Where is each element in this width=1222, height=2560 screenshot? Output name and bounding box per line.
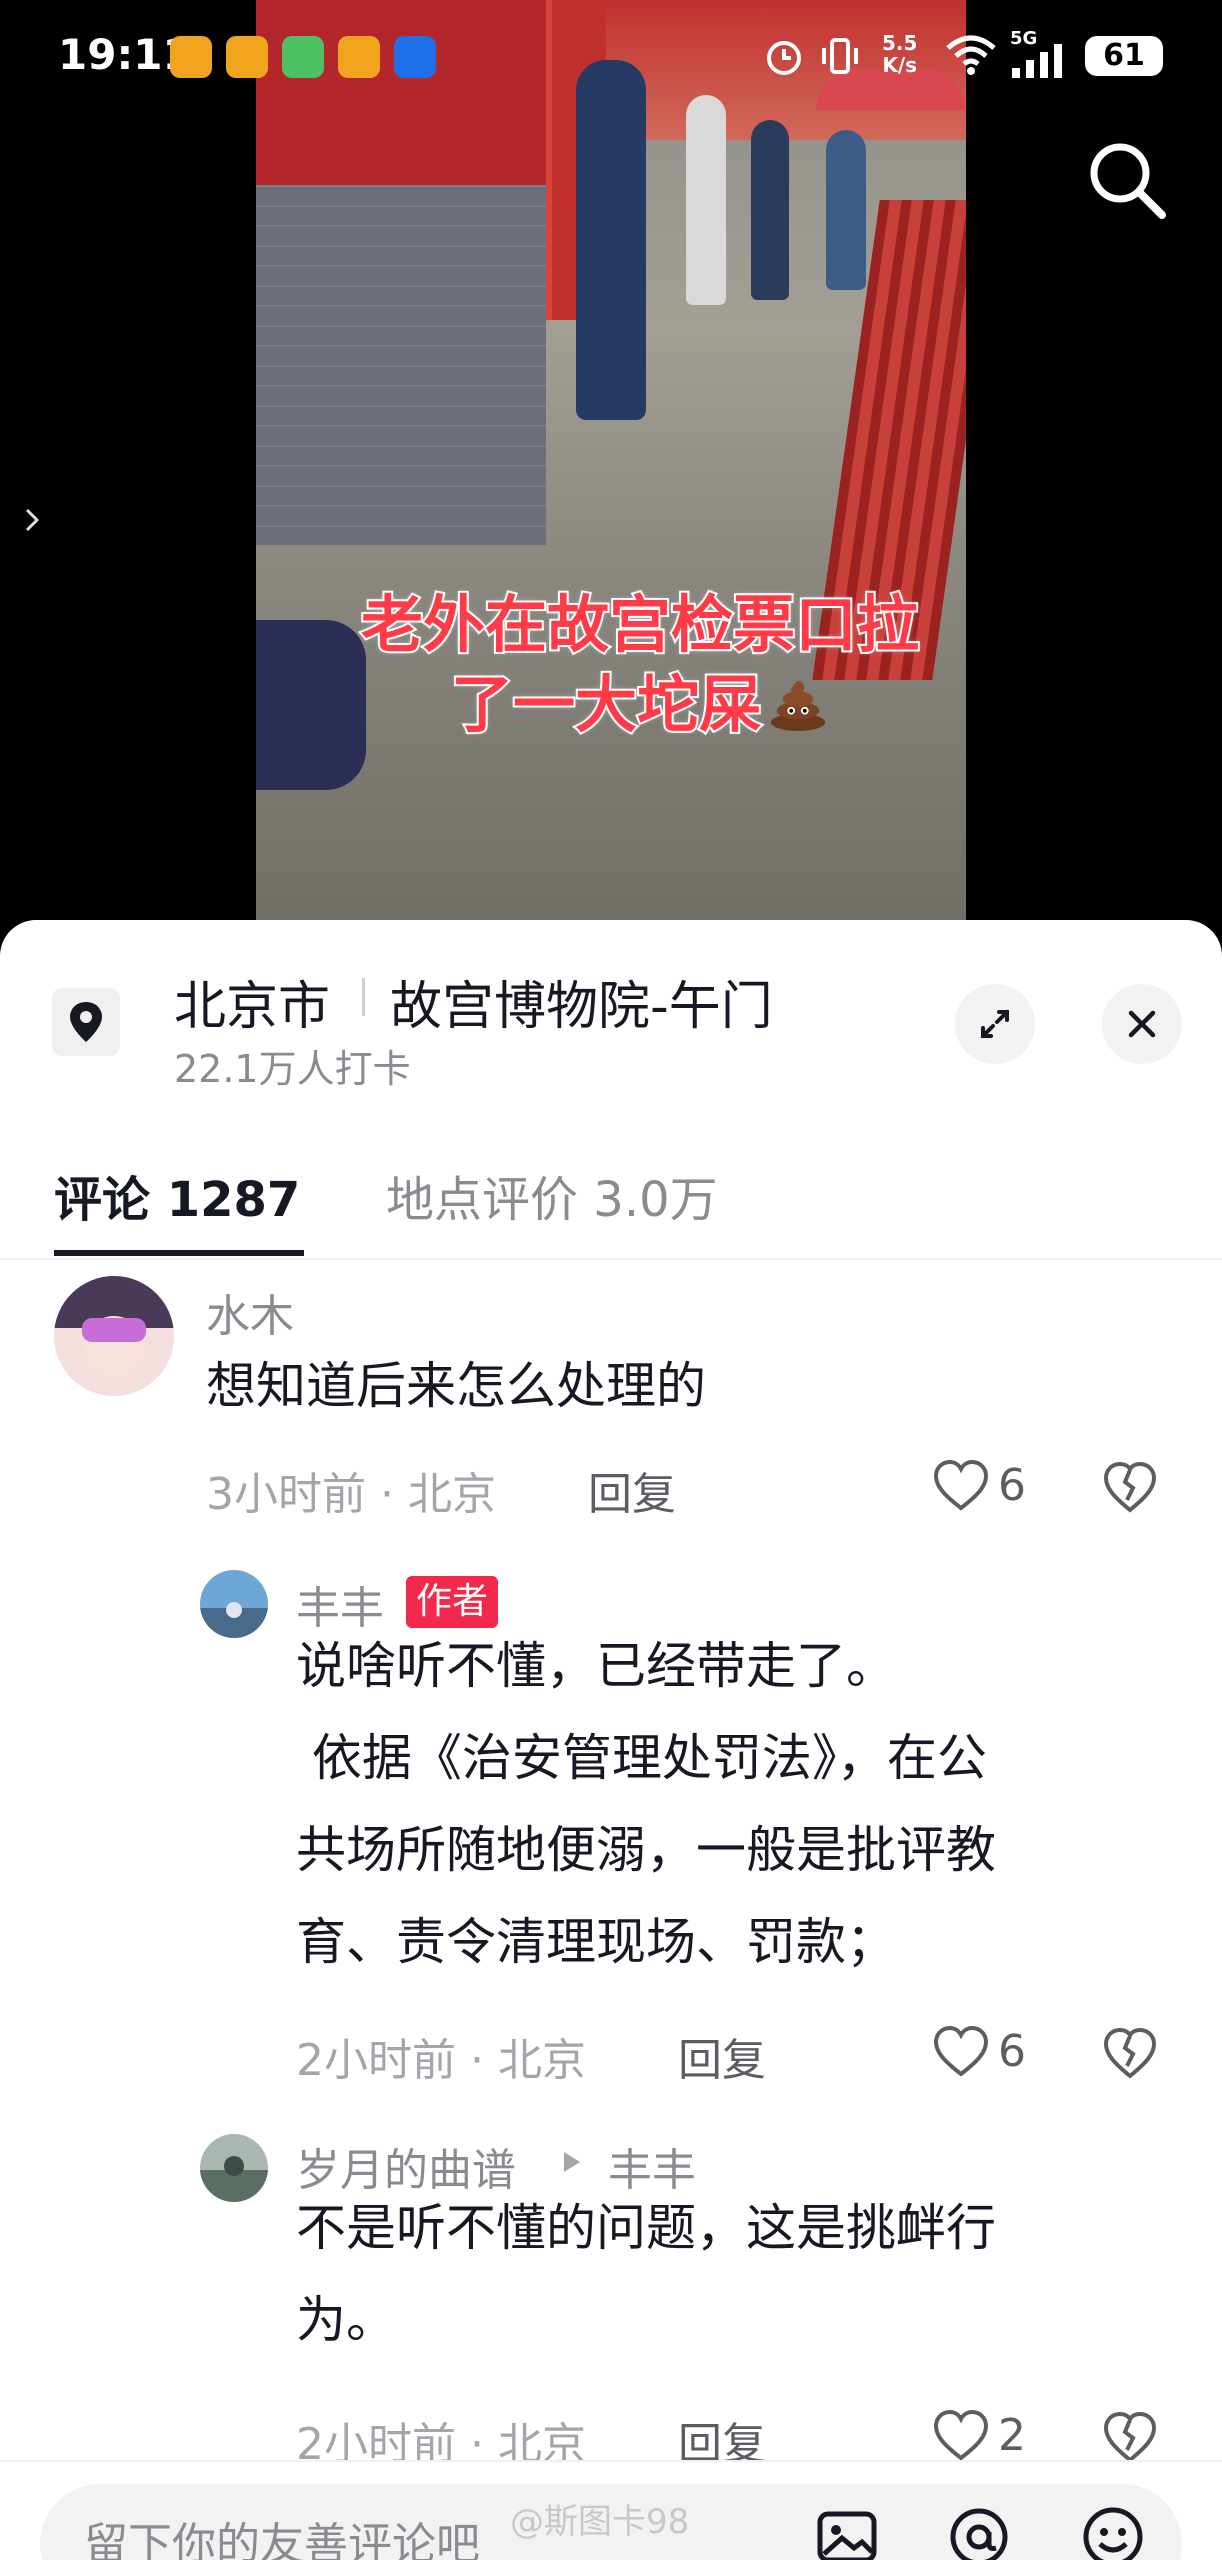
- app-notification-icon: [282, 36, 324, 78]
- tab-reviews-label: 地点评价: [386, 1172, 579, 1228]
- person-figure: [576, 60, 646, 420]
- reply-arrow-icon: [564, 2152, 580, 2172]
- expand-button[interactable]: [955, 984, 1035, 1064]
- reply-text: 说啥听不懂，已经带走了。 依据《治安管理处罚法》，在公 共场所随地便溺，一般是批…: [296, 1620, 1156, 1988]
- watermark: @斯图卡98: [510, 2502, 690, 2542]
- poop-emoji-icon: [770, 680, 826, 732]
- close-button[interactable]: [1102, 984, 1182, 1064]
- heart-icon: [933, 1459, 989, 1511]
- tab-comments[interactable]: 评论 1287: [54, 1160, 300, 1230]
- battery-indicator: 61: [1085, 36, 1163, 76]
- reply-text-line: 为。: [296, 2291, 396, 2349]
- avatar[interactable]: [54, 1276, 174, 1396]
- heart-icon: [933, 2409, 989, 2461]
- status-bar: 19:11 5.5 K/s 5G 61: [0, 0, 1222, 110]
- reply-text-line: 说啥听不懂，已经带走了。: [296, 1637, 896, 1695]
- alarm-icon: [767, 41, 801, 75]
- comment-time: 3小时前: [206, 1469, 366, 1520]
- reply-meta: 2小时前 · 北京: [296, 2035, 586, 2086]
- dislike-icon[interactable]: [1102, 2026, 1158, 2082]
- network-speed: 5.5 K/s: [882, 32, 917, 76]
- tab-location-reviews[interactable]: 地点评价 3.0万: [386, 1160, 718, 1230]
- reply-text-line: 不是听不懂的问题，这是挑衅行: [296, 2199, 996, 2257]
- comments-sheet: 北京市 故宫博物院-午门 22.1万人打卡 评论 1287 地点评价 3.0万 …: [0, 920, 1222, 2560]
- speed-unit: K/s: [882, 53, 918, 77]
- active-tab-indicator: [54, 1250, 304, 1256]
- caption-line-2: 了一大坨屎: [449, 666, 763, 743]
- comment-text: 想知道后来怎么处理的: [206, 1357, 706, 1415]
- like-button[interactable]: 6: [932, 2024, 1052, 2084]
- video-caption: 老外在故宫检票口拉 了一大坨屎: [330, 585, 950, 745]
- like-count: 2: [998, 2410, 1026, 2461]
- reply-time: 2小时前: [296, 2035, 456, 2086]
- video-frame: [256, 0, 966, 940]
- location-pin-icon: [52, 988, 120, 1056]
- reply-text-line: 依据《治安管理处罚法》，在公: [296, 1729, 987, 1787]
- like-count: 6: [998, 1460, 1026, 1511]
- dislike-icon[interactable]: [1102, 1460, 1158, 1516]
- person-figure: [686, 95, 726, 305]
- search-button[interactable]: [1082, 135, 1172, 225]
- tab-reviews-count: 3.0万: [593, 1172, 718, 1228]
- video-player[interactable]: 老外在故宫检票口拉 了一大坨屎 19:11 5.5 K/s 5G 61: [0, 0, 1222, 940]
- location-city[interactable]: 北京市: [174, 964, 330, 1039]
- vibrate-icon: [822, 38, 858, 74]
- speed-value: 5.5: [882, 31, 918, 55]
- comment-meta: 3小时前 · 北京: [206, 1469, 496, 1520]
- mention-icon[interactable]: [944, 2502, 1014, 2560]
- comment-location: 北京: [407, 1469, 496, 1520]
- emoji-icon[interactable]: [1078, 2502, 1148, 2560]
- chevron-right-icon[interactable]: [18, 500, 48, 540]
- tabs-divider: [0, 1258, 1222, 1260]
- reply-button[interactable]: 回复: [678, 2024, 766, 2088]
- location-place[interactable]: 故宫博物院-午门: [390, 964, 773, 1039]
- avatar[interactable]: [200, 2134, 268, 2202]
- person-figure: [751, 120, 789, 300]
- like-button[interactable]: 2: [932, 2408, 1052, 2468]
- like-count: 6: [998, 2026, 1026, 2077]
- heart-icon: [933, 2025, 989, 2077]
- app-notification-icon: [170, 36, 212, 78]
- comment-username[interactable]: 水木: [206, 1280, 294, 1344]
- person-figure: [826, 130, 866, 290]
- app-notification-icon: [226, 36, 268, 78]
- like-button[interactable]: 6: [932, 1458, 1052, 1518]
- image-icon[interactable]: [812, 2502, 882, 2560]
- location-checkins: 22.1万人打卡: [174, 1047, 411, 1091]
- zhihu-app-icon: [394, 36, 436, 78]
- avatar[interactable]: [200, 1570, 268, 1638]
- reply-button[interactable]: 回复: [588, 1458, 676, 1522]
- reply-text: 不是听不懂的问题，这是挑衅行 为。: [296, 2182, 1156, 2366]
- tab-comments-count: 1287: [166, 1172, 301, 1228]
- wifi-icon: [946, 35, 996, 75]
- signal-icon: [1012, 44, 1062, 78]
- reply-location: 北京: [497, 2035, 586, 2086]
- dislike-icon[interactable]: [1102, 2410, 1158, 2466]
- tab-comments-label: 评论: [54, 1172, 151, 1228]
- location-divider: [362, 978, 365, 1016]
- reply-text-line: 育、责令清理现场、罚款；: [296, 1913, 896, 1971]
- app-notification-icon: [338, 36, 380, 78]
- caption-line-1: 老外在故宫检票口拉: [359, 586, 921, 663]
- reply-text-line: 共场所随地便溺，一般是批评教: [296, 1821, 996, 1879]
- grey-wall: [256, 185, 546, 545]
